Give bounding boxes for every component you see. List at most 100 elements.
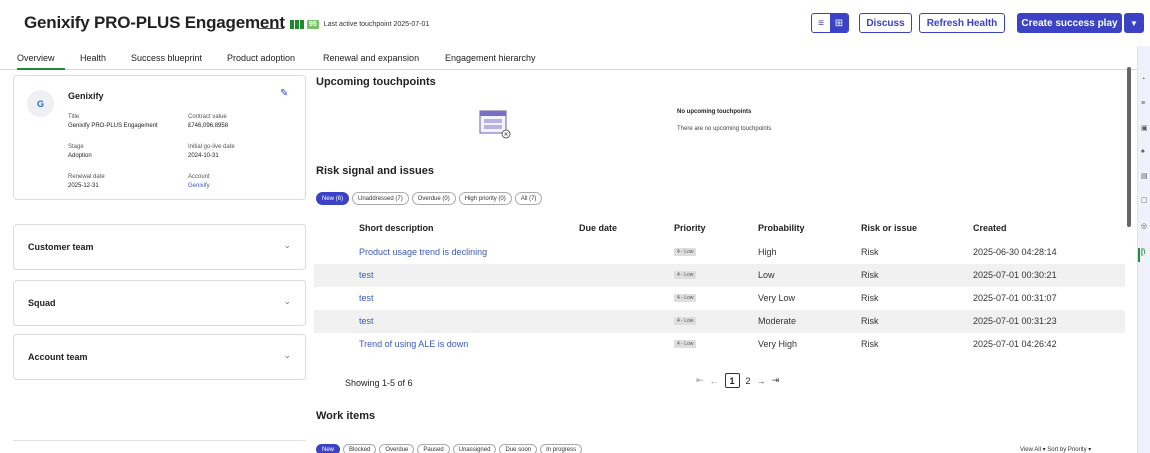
chevron-down-icon[interactable]: ⌄ — [283, 240, 291, 251]
discuss-button[interactable]: Discuss — [859, 13, 912, 33]
customer-team-section[interactable]: Customer team ⌄ — [13, 224, 306, 270]
calendar-icon[interactable]: ▣ — [1141, 124, 1148, 132]
empty-calendar-icon — [479, 110, 511, 139]
table-row: Product usage trend is declining 4 - Low… — [314, 241, 1125, 264]
page-header: Genixify PRO-PLUS Engagement 95 Last act… — [0, 0, 1150, 46]
tab-bar: Overview Health Success blueprint Produc… — [0, 50, 1150, 70]
chip-unaddressed[interactable]: Unaddressed (7) — [352, 192, 409, 205]
bell-icon[interactable]: ♠ — [1141, 148, 1145, 155]
health-score-badge: 95 — [307, 19, 319, 29]
chip-due-soon[interactable]: Due soon — [499, 444, 538, 453]
table-row: Trend of using ALE is down 4 - Low Very … — [314, 333, 1125, 356]
risk-description-link[interactable]: test — [359, 270, 374, 280]
create-success-play-button[interactable]: Create success play — [1017, 13, 1122, 33]
chip-all[interactable]: All (7) — [514, 192, 543, 205]
clipboard-icon[interactable]: ▤ — [1141, 172, 1148, 180]
active-tab-indicator — [17, 68, 65, 70]
no-touchpoints-title: No upcoming touchpoints — [677, 109, 752, 115]
page-2-button[interactable]: 2 — [746, 376, 751, 386]
account-link[interactable]: Genixify — [188, 182, 210, 191]
work-items-heading: Work items — [316, 410, 376, 422]
col-created[interactable]: Created — [973, 223, 1007, 233]
chevron-down-icon[interactable]: ⌄ — [283, 350, 291, 361]
chip-overdue[interactable]: Overdue (0) — [411, 192, 456, 205]
document-icon[interactable]: ▢ — [1141, 196, 1148, 204]
health-indicator: 95 Last active touchpoint 2025-07-01 — [258, 18, 429, 30]
account-team-section[interactable]: Account team ⌄ — [13, 334, 306, 380]
scrollbar[interactable] — [1127, 67, 1131, 227]
info-icon[interactable]: [\ — [1141, 249, 1145, 256]
health-bars-icon — [290, 19, 304, 29]
list-view-icon[interactable]: ≡ — [812, 14, 830, 32]
tab-renewal-expansion[interactable]: Renewal and expansion — [323, 53, 419, 63]
refresh-health-button[interactable]: Refresh Health — [919, 13, 1005, 33]
page-1-button[interactable]: 1 — [724, 373, 740, 388]
no-touchpoints-message: There are no upcoming touchpoints — [677, 126, 772, 132]
col-probability[interactable]: Probability — [758, 223, 805, 233]
tab-engagement-hierarchy[interactable]: Engagement hierarchy — [445, 53, 536, 63]
first-page-icon[interactable]: ⇤ — [696, 375, 704, 386]
tab-product-adoption[interactable]: Product adoption — [227, 53, 295, 63]
list-icon[interactable]: ≡ — [1141, 100, 1145, 107]
active-rail-indicator — [1138, 248, 1140, 262]
risk-type-cell: Risk — [861, 247, 879, 257]
last-touchpoint-text: Last active touchpoint 2025-07-01 — [323, 20, 430, 28]
risk-filter-chips: New (6) Unaddressed (7) Overdue (0) High… — [316, 192, 543, 205]
chip-high-priority[interactable]: High priority (0) — [458, 192, 512, 205]
chip-new[interactable]: New (6) — [316, 192, 350, 205]
prev-page-icon[interactable]: ← — [710, 376, 719, 386]
risk-description-link[interactable]: Product usage trend is declining — [359, 247, 487, 257]
col-short-description[interactable]: Short description — [359, 223, 434, 233]
account-logo: G — [27, 90, 54, 117]
probability-cell: Low — [758, 270, 775, 280]
risk-type-cell: Risk — [861, 293, 879, 303]
created-cell: 2025-06-30 04:28:14 — [973, 247, 1057, 257]
grid-view-icon[interactable]: ⊞ — [830, 14, 848, 32]
account-name: Genixify — [68, 91, 104, 101]
created-cell: 2025-07-01 00:31:23 — [973, 316, 1057, 326]
risk-description-link[interactable]: test — [359, 316, 374, 326]
last-page-icon[interactable]: ⇥ — [772, 375, 780, 386]
squad-section[interactable]: Squad ⌄ — [13, 280, 306, 326]
chip-overdue[interactable]: Overdue — [379, 444, 415, 453]
view-all-sort-link[interactable]: View All ▾ Sort by Priority ▾ — [1020, 446, 1091, 453]
tab-success-blueprint[interactable]: Success blueprint — [131, 53, 202, 63]
col-risk-or-issue[interactable]: Risk or issue — [861, 223, 917, 233]
tab-overview[interactable]: Overview — [17, 53, 55, 63]
tab-health[interactable]: Health — [80, 53, 106, 63]
risk-description-link[interactable]: test — [359, 293, 374, 303]
chevron-down-icon[interactable]: ⌄ — [283, 296, 291, 307]
field-golive-date: Initial go-live date 2024-10-31 — [188, 144, 235, 159]
risk-description-link[interactable]: Trend of using ALE is down — [359, 339, 468, 349]
field-title: Title Genixify PRO-PLUS Engagement — [68, 114, 158, 129]
view-toggle[interactable]: ≡ ⊞ — [811, 13, 849, 33]
risk-type-cell: Risk — [861, 270, 879, 280]
table-row: test 4 - Low Very Low Risk 2025-07-01 00… — [314, 287, 1125, 310]
field-renewal-date: Renewal date 2025-12-31 — [68, 174, 105, 189]
chip-unassigned[interactable]: Unassigned — [452, 444, 497, 453]
probability-cell: High — [758, 247, 777, 257]
field-stage: Stage Adoption — [68, 144, 92, 159]
priority-badge: 4 - Low — [674, 340, 697, 348]
probability-cell: Very Low — [758, 293, 796, 303]
chip-blocked[interactable]: Blocked — [343, 444, 377, 453]
table-row: test 4 - Low Low Risk 2025-07-01 00:30:2… — [314, 264, 1125, 287]
pagination-summary: Showing 1-5 of 6 — [345, 378, 413, 388]
priority-badge: 4 - Low — [674, 248, 697, 256]
target-icon[interactable]: ◎ — [1141, 222, 1147, 230]
col-priority[interactable]: Priority — [674, 223, 706, 233]
priority-badge: 4 - Low — [674, 271, 697, 279]
chat-icon[interactable]: ◔ — [1141, 76, 1145, 83]
create-dropdown-chevron-icon[interactable]: ▼ — [1124, 13, 1144, 33]
chip-in-progress[interactable]: In progress — [540, 444, 583, 453]
col-due-date[interactable]: Due date — [579, 223, 617, 233]
right-sidebar: ◔ ≡ ▣ ♠ ▤ ▢ ◎ [\ — [1137, 46, 1150, 453]
risk-heading: Risk signal and issues — [316, 165, 434, 177]
chip-paused[interactable]: Paused — [417, 444, 450, 453]
risk-type-cell: Risk — [861, 316, 879, 326]
work-item-filter-chips: New Blocked Overdue Paused Unassigned Du… — [316, 444, 583, 453]
chip-new[interactable]: New — [316, 444, 341, 453]
score-separator — [258, 27, 284, 29]
edit-pencil-icon[interactable]: ✎ — [280, 88, 288, 99]
next-page-icon[interactable]: → — [757, 376, 766, 386]
